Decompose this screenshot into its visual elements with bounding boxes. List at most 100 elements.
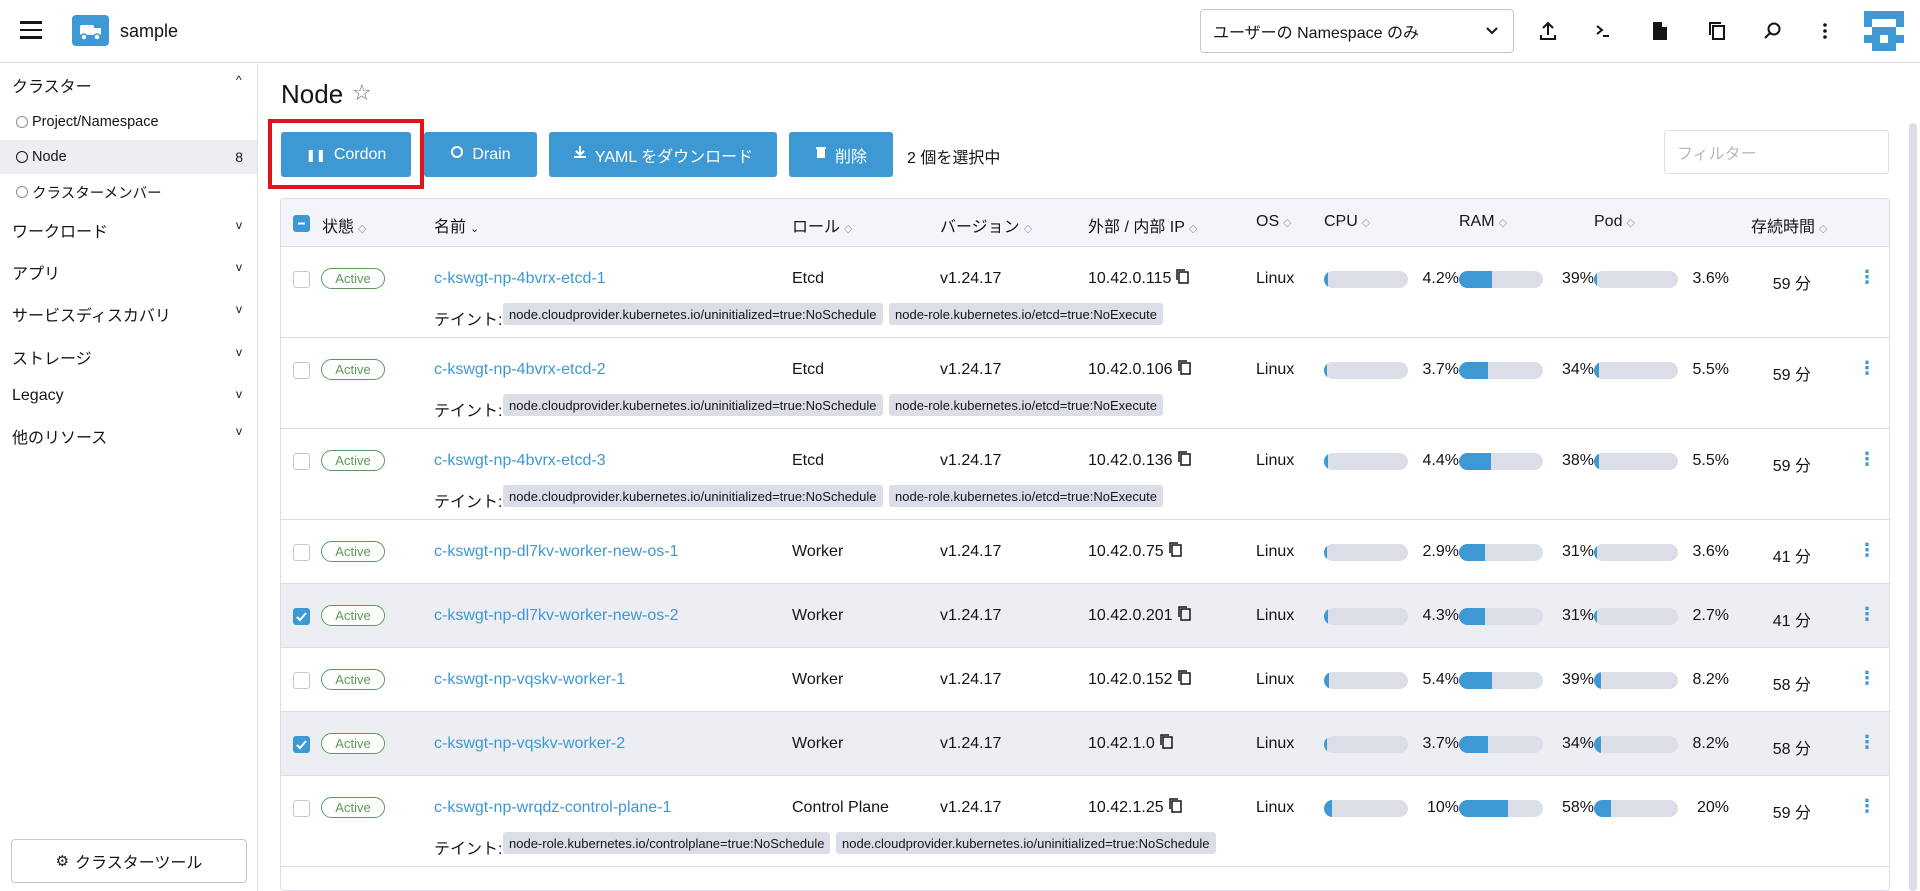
column-pod[interactable]: Pod ◇ — [1594, 213, 1635, 231]
row-actions-icon[interactable]: ⋮ — [1858, 358, 1876, 379]
row-actions-icon[interactable]: ⋮ — [1858, 668, 1876, 689]
copy-icon[interactable] — [1168, 541, 1183, 563]
node-name-link[interactable]: c-kswgt-np-wrqdz-control-plane-1 — [434, 799, 671, 817]
row-actions-icon[interactable]: ⋮ — [1858, 796, 1876, 817]
cpu-usage-value: 4.2% — [1422, 270, 1459, 287]
column-age[interactable]: 存続時間 ◇ — [1751, 213, 1827, 237]
table-row[interactable]: Active c-kswgt-np-4bvrx-etcd-1 Etcd v1.24.1… — [281, 247, 1889, 338]
chevron-down-icon[interactable]: v — [236, 424, 242, 438]
row-actions-icon[interactable]: ⋮ — [1858, 732, 1876, 753]
node-name-link[interactable]: c-kswgt-np-vqskv-worker-2 — [434, 735, 625, 753]
copy-kubeconfig-icon[interactable] — [1703, 17, 1731, 45]
table-row[interactable]: Active c-kswgt-np-dl7kv-worker-new-os-2 Wo… — [281, 584, 1889, 648]
column-role[interactable]: ロール ◇ — [792, 213, 852, 237]
more-vertical-icon[interactable] — [1811, 17, 1839, 45]
search-icon[interactable] — [1759, 17, 1787, 45]
copy-icon[interactable] — [1175, 268, 1190, 290]
cpu-usage-value: 5.4% — [1422, 671, 1459, 688]
row-checkbox[interactable] — [293, 362, 310, 379]
column-ram[interactable]: RAM ◇ — [1459, 213, 1507, 231]
status-badge: Active — [321, 541, 385, 562]
row-checkbox[interactable] — [293, 608, 310, 625]
column-os[interactable]: OS ◇ — [1256, 213, 1292, 231]
copy-icon[interactable] — [1168, 797, 1183, 819]
hamburger-menu-icon[interactable] — [20, 21, 42, 39]
pod-usage-fill — [1594, 736, 1601, 753]
cordon-button[interactable]: ❚❚ Cordon — [281, 132, 411, 177]
node-os: Linux — [1256, 799, 1295, 816]
row-actions-icon[interactable]: ⋮ — [1858, 267, 1876, 288]
taint-chip: node.cloudprovider.kubernetes.io/uniniti… — [836, 832, 1216, 854]
sidebar-item-cluster-members[interactable]: クラスターメンバー — [0, 175, 257, 209]
node-name-link[interactable]: c-kswgt-np-4bvrx-etcd-2 — [434, 361, 606, 379]
delete-button[interactable]: 削除 — [789, 132, 893, 177]
node-age: 59 分 — [1772, 276, 1811, 293]
drain-button[interactable]: Drain — [424, 132, 537, 177]
node-ip: 10.42.0.75 — [1088, 541, 1183, 563]
table-row[interactable]: Active c-kswgt-np-dl7kv-worker-new-os-1 Wo… — [281, 520, 1889, 584]
copy-icon[interactable] — [1177, 605, 1192, 627]
table-row[interactable]: Active c-kswgt-np-wrqdz-control-plane-1 Co… — [281, 776, 1889, 867]
cpu-usage-value: 3.7% — [1422, 735, 1459, 752]
row-checkbox[interactable] — [293, 672, 310, 689]
row-actions-icon[interactable]: ⋮ — [1858, 540, 1876, 561]
node-name-link[interactable]: c-kswgt-np-4bvrx-etcd-1 — [434, 270, 606, 288]
column-version[interactable]: バージョン ◇ — [940, 213, 1032, 237]
column-name[interactable]: 名前 ⌄ — [434, 213, 479, 237]
sidebar-item-node[interactable]: Node 8 — [0, 140, 257, 174]
node-name-link[interactable]: c-kswgt-np-4bvrx-etcd-3 — [434, 452, 606, 470]
download-kubeconfig-icon[interactable] — [1646, 17, 1674, 45]
sidebar-group-cluster[interactable]: クラスター — [12, 73, 92, 97]
row-checkbox[interactable] — [293, 736, 310, 753]
sidebar-group-storage[interactable]: ストレージ — [12, 345, 92, 369]
table-row[interactable]: Active c-kswgt-np-vqskv-worker-2 Worker v1.… — [281, 712, 1889, 776]
chevron-down-icon[interactable]: v — [236, 387, 242, 401]
pod-usage-bar — [1594, 453, 1678, 470]
node-version: v1.24.17 — [940, 361, 1002, 378]
row-checkbox[interactable] — [293, 271, 310, 288]
sidebar-item-project-namespace[interactable]: Project/Namespace — [0, 105, 257, 139]
column-cpu[interactable]: CPU ◇ — [1324, 213, 1370, 231]
table-row[interactable]: Active c-kswgt-np-vqskv-worker-1 Worker v1.… — [281, 648, 1889, 712]
node-name-link[interactable]: c-kswgt-np-dl7kv-worker-new-os-2 — [434, 607, 679, 625]
row-checkbox[interactable] — [293, 800, 310, 817]
favorite-star-icon[interactable]: ☆ — [352, 80, 372, 106]
namespace-select[interactable]: ユーザーの Namespace のみ — [1200, 9, 1514, 53]
chevron-down-icon[interactable]: v — [236, 260, 242, 274]
row-checkbox[interactable] — [293, 453, 310, 470]
pause-icon: ❚❚ — [305, 147, 326, 162]
column-status[interactable]: 状態 ◇ — [322, 213, 366, 237]
node-version: v1.24.17 — [940, 735, 1002, 752]
vertical-scrollbar[interactable] — [1909, 123, 1917, 891]
copy-icon[interactable] — [1177, 359, 1192, 381]
sidebar-group-service-discovery[interactable]: サービスディスカバリ — [12, 302, 171, 326]
chevron-down-icon[interactable]: v — [236, 218, 242, 232]
sidebar-group-apps[interactable]: アプリ — [12, 260, 60, 284]
chevron-down-icon[interactable]: v — [236, 345, 242, 359]
column-ip[interactable]: 外部 / 内部 IP ◇ — [1088, 213, 1197, 237]
copy-icon[interactable] — [1177, 669, 1192, 691]
node-ip: 10.42.0.201 — [1088, 605, 1192, 627]
table-row[interactable]: Active c-kswgt-np-4bvrx-etcd-2 Etcd v1.24.1… — [281, 338, 1889, 429]
row-actions-icon[interactable]: ⋮ — [1858, 604, 1876, 625]
sidebar-item-label: Project/Namespace — [32, 114, 159, 130]
node-name-link[interactable]: c-kswgt-np-vqskv-worker-1 — [434, 671, 625, 689]
sidebar-group-more-resources[interactable]: 他のリソース — [12, 424, 107, 448]
kubectl-shell-icon[interactable] — [1589, 17, 1617, 45]
filter-input[interactable]: フィルター — [1664, 130, 1889, 174]
chevron-down-icon[interactable]: v — [236, 302, 242, 316]
node-name-link[interactable]: c-kswgt-np-dl7kv-worker-new-os-1 — [434, 543, 679, 561]
user-avatar[interactable] — [1864, 11, 1904, 51]
chevron-up-icon[interactable]: ^ — [236, 73, 242, 87]
table-row[interactable]: Active c-kswgt-np-4bvrx-etcd-3 Etcd v1.24.1… — [281, 429, 1889, 520]
sidebar-group-legacy[interactable]: Legacy — [12, 387, 64, 405]
copy-icon[interactable] — [1159, 733, 1174, 755]
cluster-tools-button[interactable]: ⚙ クラスターツール — [11, 839, 247, 883]
row-actions-icon[interactable]: ⋮ — [1858, 449, 1876, 470]
sidebar-group-workload[interactable]: ワークロード — [12, 218, 108, 242]
copy-icon[interactable] — [1177, 450, 1192, 472]
row-checkbox[interactable] — [293, 544, 310, 561]
import-yaml-icon[interactable] — [1534, 17, 1562, 45]
select-all-checkbox[interactable] — [293, 215, 310, 232]
download-yaml-button[interactable]: YAML をダウンロード — [549, 132, 777, 177]
